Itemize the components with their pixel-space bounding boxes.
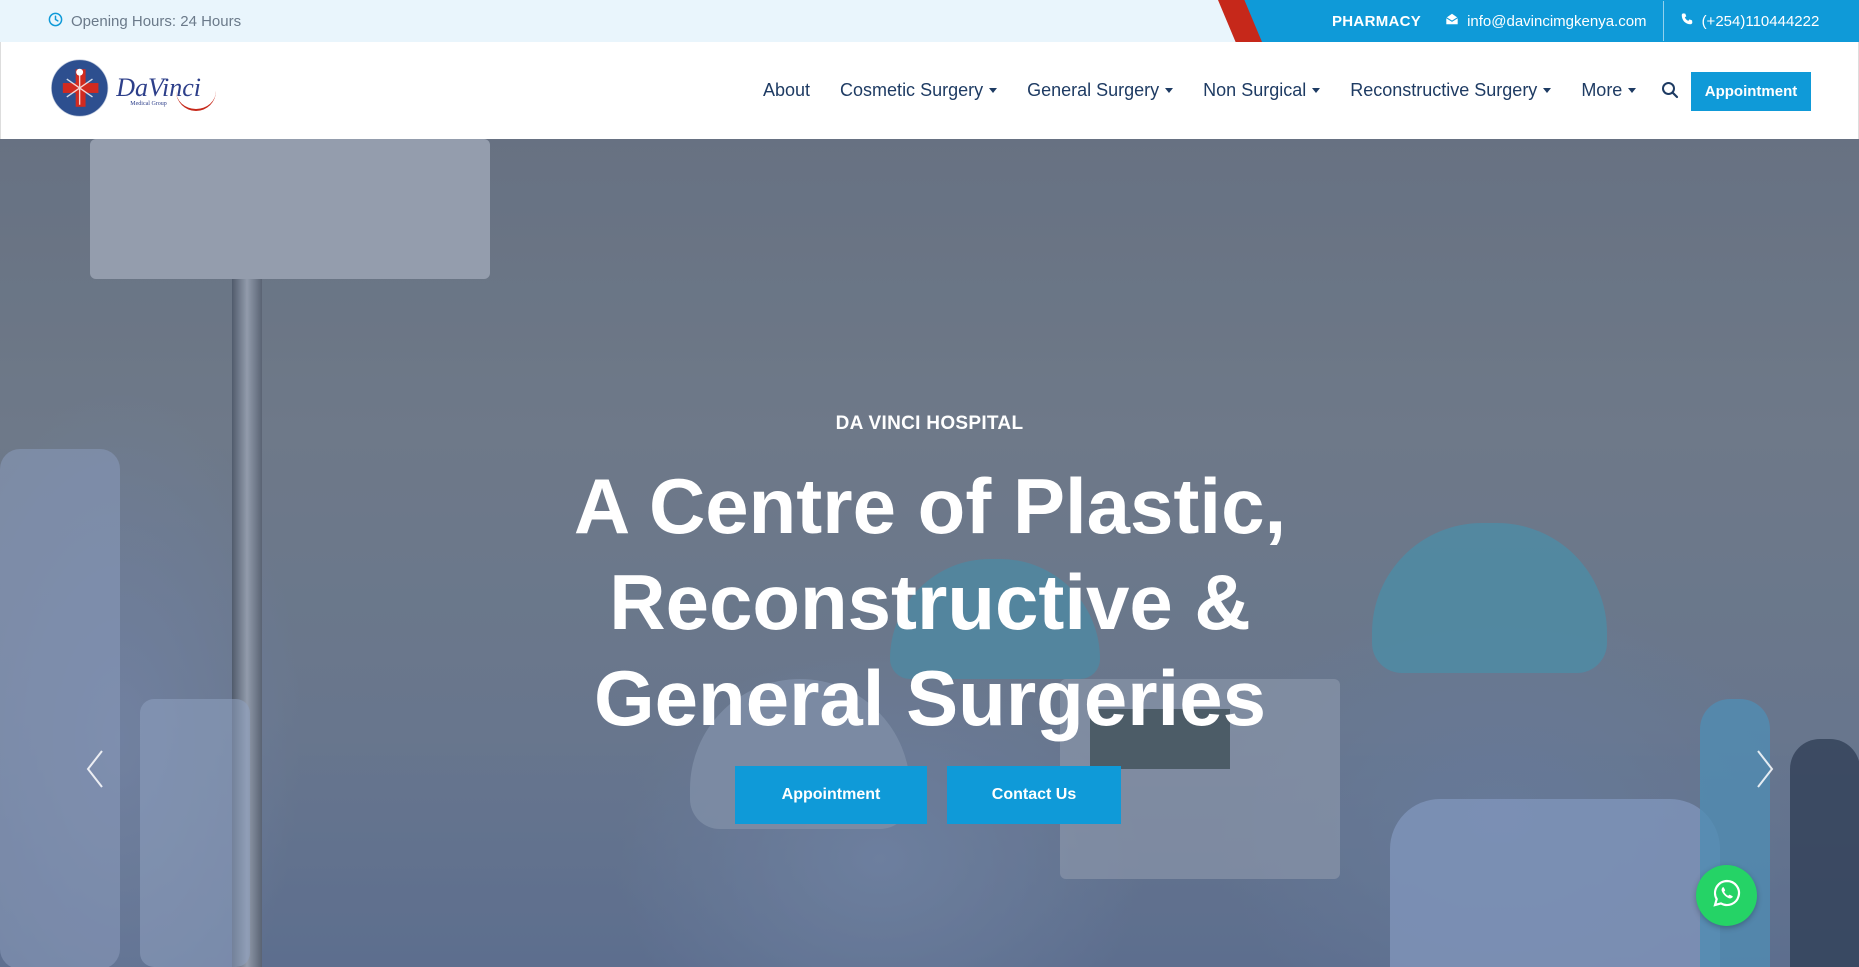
opening-hours: Opening Hours: 24 Hours (48, 0, 241, 42)
caret-down-icon (1628, 88, 1637, 93)
chevron-left-icon[interactable] (80, 739, 110, 799)
nav-item-about[interactable]: About (763, 80, 810, 101)
vitruvian-cross-logo-icon (50, 58, 110, 118)
search-icon[interactable] (1661, 81, 1679, 99)
caret-down-icon (989, 88, 998, 93)
nav-item-general-surgery[interactable]: General Surgery (1027, 80, 1174, 101)
pharmacy-link[interactable]: PHARMACY (1332, 13, 1421, 30)
top-info-bar: Opening Hours: 24 Hours PHARMACY info@da… (0, 0, 1859, 42)
hero-actions: Appointment Contact Us (735, 766, 1121, 824)
whatsapp-button[interactable] (1696, 865, 1757, 926)
hero-contact-button[interactable]: Contact Us (947, 766, 1121, 824)
nav-item-cosmetic-surgery[interactable]: Cosmetic Surgery (840, 80, 998, 101)
clock-icon (48, 12, 63, 31)
logo-subtext: Medical Group (130, 101, 167, 107)
envelope-open-icon (1445, 12, 1459, 30)
nav-item-reconstructive-surgery[interactable]: Reconstructive Surgery (1350, 80, 1552, 101)
phone-text: (+254)110444222 (1701, 12, 1820, 30)
email-link[interactable]: info@davincimgkenya.com (1445, 12, 1647, 30)
caret-down-icon (1165, 88, 1174, 93)
contact-divider (1662, 1, 1664, 41)
whatsapp-icon (1711, 877, 1743, 914)
caret-down-icon (1312, 88, 1321, 93)
phone-link[interactable]: (+254)110444222 (1680, 12, 1820, 30)
opening-hours-text: Opening Hours: 24 Hours (71, 12, 242, 30)
chevron-right-icon[interactable] (1750, 739, 1780, 799)
nav-appointment-button[interactable]: Appointment (1691, 72, 1811, 111)
hero-title: A Centre of Plastic, Reconstructive & Ge… (573, 462, 1287, 742)
hero-appointment-button[interactable]: Appointment (735, 766, 927, 824)
caret-down-icon (1543, 88, 1552, 93)
site-logo[interactable]: DaVinci Medical Group (49, 56, 217, 120)
nav-item-more[interactable]: More (1581, 80, 1637, 101)
phone-icon (1680, 12, 1694, 30)
main-navbar: DaVinci Medical Group About Cosmetic Sur… (0, 42, 1859, 139)
logo-wordmark: DaVinci Medical Group (116, 73, 217, 111)
hero-subtitle: DA VINCI HOSPITAL (835, 413, 1024, 434)
nav-menu: About Cosmetic Surgery General Surgery N… (763, 42, 1666, 139)
nav-item-non-surgical[interactable]: Non Surgical (1203, 80, 1321, 101)
email-text: info@davincimgkenya.com (1467, 12, 1647, 30)
logo-swoosh (176, 87, 217, 111)
